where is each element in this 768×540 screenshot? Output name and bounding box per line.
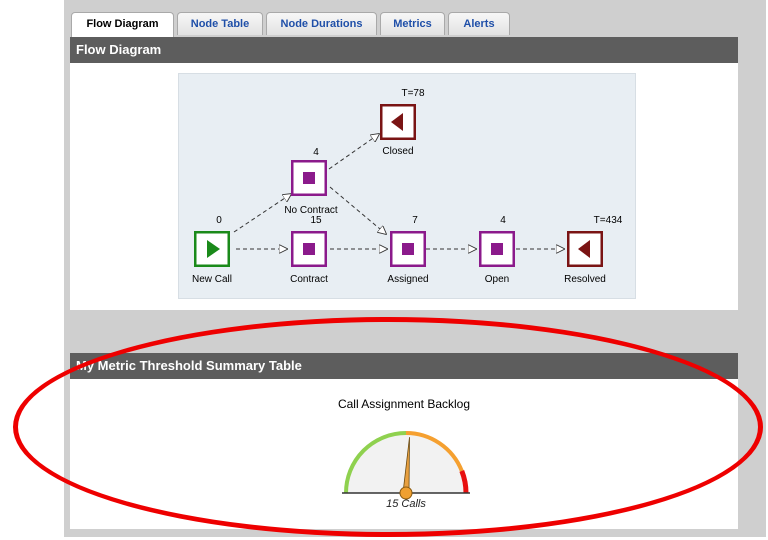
tab-node-durations[interactable]: Node Durations [266,12,377,35]
metric-summary-header: My Metric Threshold Summary Table [70,353,738,379]
node-no-contract[interactable] [290,159,328,197]
node-count: 4 [313,147,319,158]
stop-icon [290,159,328,197]
metric-summary-panel: My Metric Threshold Summary Table Call A… [70,353,738,529]
flow-diagram-header: Flow Diagram [70,37,738,63]
edge-nocontract-assigned [329,186,386,234]
node-label: Assigned [387,274,429,285]
play-icon [193,230,231,268]
stop-icon [389,230,427,268]
flow-canvas: 0 15 4 T=78 7 4 T=434 New Call Contract … [178,73,636,299]
stop-icon [478,230,516,268]
back-icon [379,103,417,141]
tab-node-table[interactable]: Node Table [177,12,263,35]
node-new-call[interactable] [193,230,231,268]
node-label: Closed [382,146,414,157]
tab-alerts[interactable]: Alerts [448,12,510,35]
node-count: 4 [500,215,506,226]
node-count: 7 [412,215,418,226]
back-icon [566,230,604,268]
node-contract[interactable] [290,230,328,268]
node-count: 0 [216,215,222,226]
node-label: New Call [191,274,233,285]
node-count: T=434 [593,215,623,226]
node-open[interactable] [478,230,516,268]
stop-icon [290,230,328,268]
edge-nocontract-closed [328,134,379,170]
node-resolved[interactable] [566,230,604,268]
gauge-title: Call Assignment Backlog [337,397,471,411]
tab-flow-diagram[interactable]: Flow Diagram [71,12,174,37]
node-assigned[interactable] [389,230,427,268]
node-count: T=78 [401,88,425,99]
node-closed[interactable] [379,103,417,141]
tab-metrics[interactable]: Metrics [380,12,445,35]
edge-newcall-nocontract [233,194,291,233]
node-label: Contract [290,274,328,285]
node-label: No Contract [284,205,338,216]
node-count: 15 [310,215,322,226]
gauge-value-label: 15 Calls [386,498,426,510]
backlog-gauge [342,431,470,500]
node-label: Resolved [564,274,606,285]
node-label: Open [484,274,510,285]
